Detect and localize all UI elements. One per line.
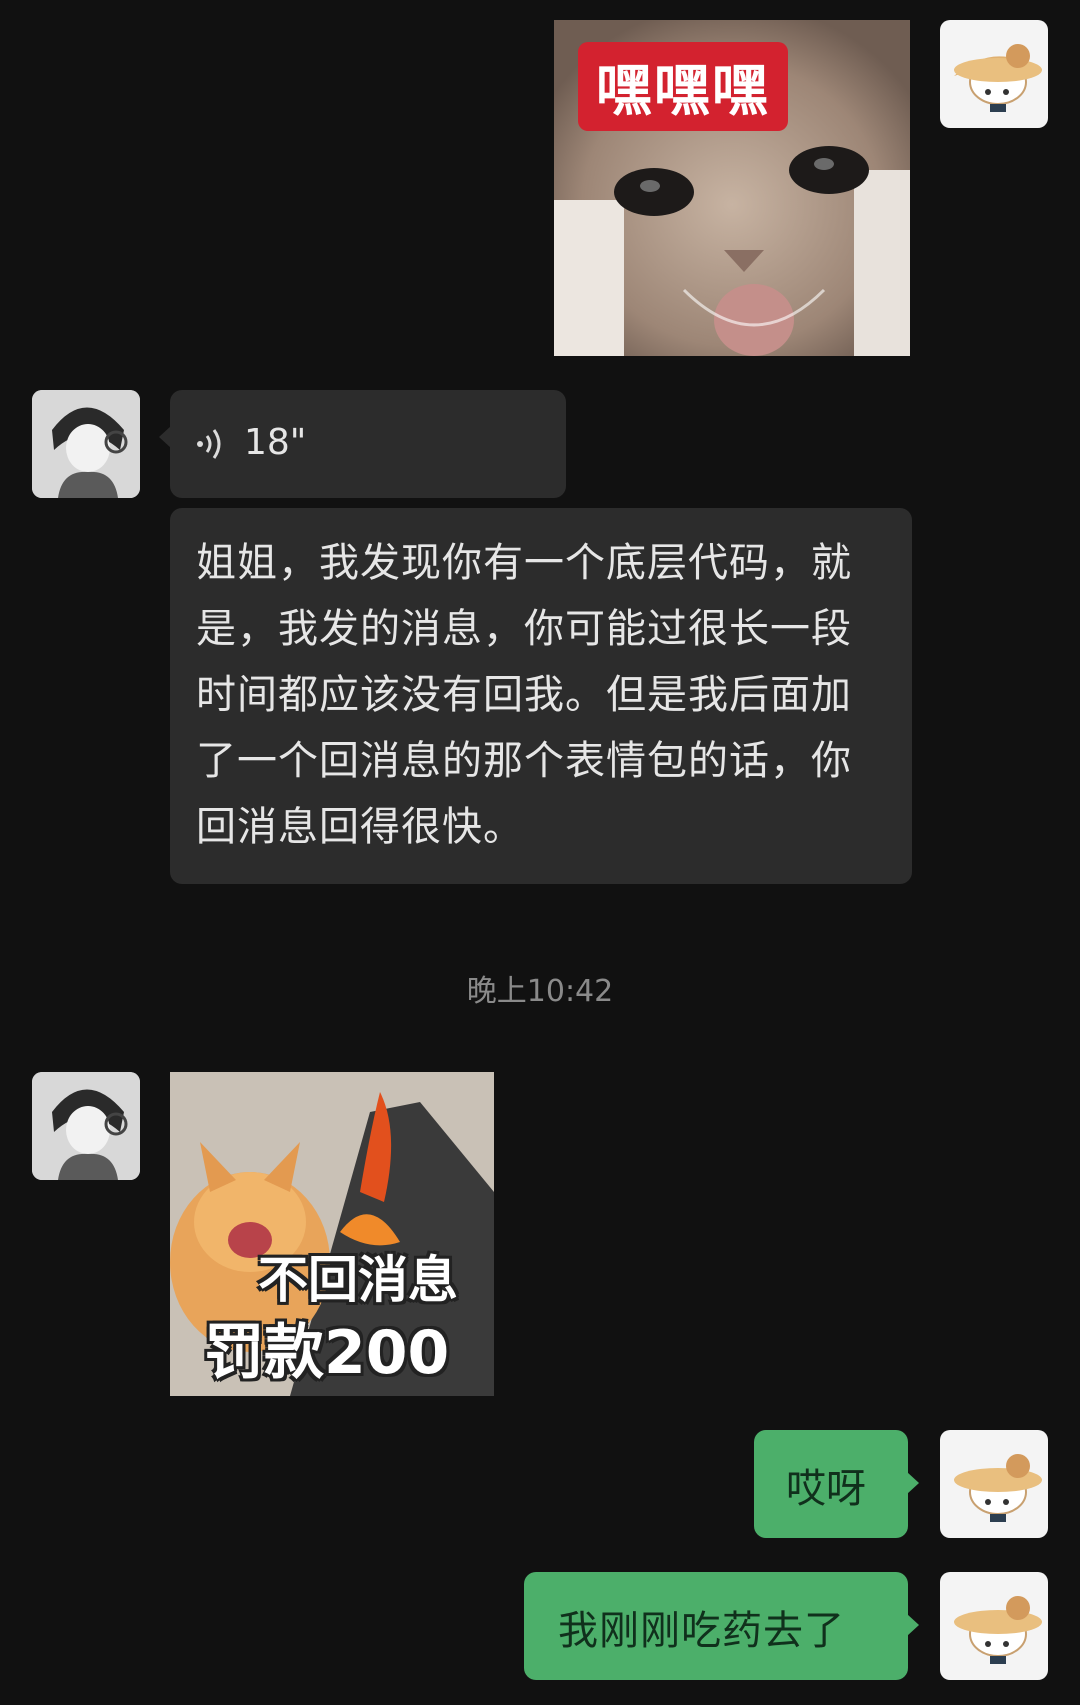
volcano-cat-sticker-image[interactable]: 不回消息 罚款200 xyxy=(170,1072,494,1396)
voice-message-bubble[interactable]: 18" xyxy=(159,390,566,498)
message-text: 我刚刚吃药去了 xyxy=(558,1608,845,1654)
outgoing-text-bubble[interactable]: 哎呀 xyxy=(754,1430,919,1538)
sticker-caption-badge: 嘿嘿嘿 xyxy=(578,42,788,131)
anime-boy-avatar-icon xyxy=(32,390,140,498)
sticker-caption-line2: 罚款200 xyxy=(204,1318,450,1388)
anime-boy-avatar-icon xyxy=(32,1072,140,1180)
chat-timestamp: 晚上10:42 xyxy=(466,974,614,1009)
contact-avatar[interactable] xyxy=(32,390,140,498)
text-message-bubble[interactable]: 姐姐，我发现你有一个底层代码，就是，我发的消息，你可能过很长一段时间都应该没有回… xyxy=(170,508,912,884)
my-avatar[interactable] xyxy=(940,1572,1048,1680)
my-avatar[interactable] xyxy=(940,20,1048,128)
contact-avatar[interactable] xyxy=(32,1072,140,1180)
sticker-caption-line1: 不回消息 xyxy=(258,1251,458,1309)
dog-avatar-icon xyxy=(954,1596,1042,1664)
dog-avatar-icon xyxy=(954,1454,1042,1522)
dog-avatar-icon xyxy=(954,44,1042,112)
my-avatar[interactable] xyxy=(940,1430,1048,1538)
sticker-caption-text: 嘿嘿嘿 xyxy=(596,59,770,124)
outgoing-text-bubble[interactable]: 我刚刚吃药去了 xyxy=(524,1572,919,1680)
message-text: 哎呀 xyxy=(786,1466,866,1512)
message-text: 姐姐，我发现你有一个底层代码，就是，我发的消息，你可能过很长一段时间都应该没有回… xyxy=(196,540,852,850)
kitten-sticker-image[interactable]: 嘿嘿嘿 xyxy=(554,20,910,356)
voice-wave-icon xyxy=(197,429,221,459)
voice-duration: 18" xyxy=(244,422,307,463)
